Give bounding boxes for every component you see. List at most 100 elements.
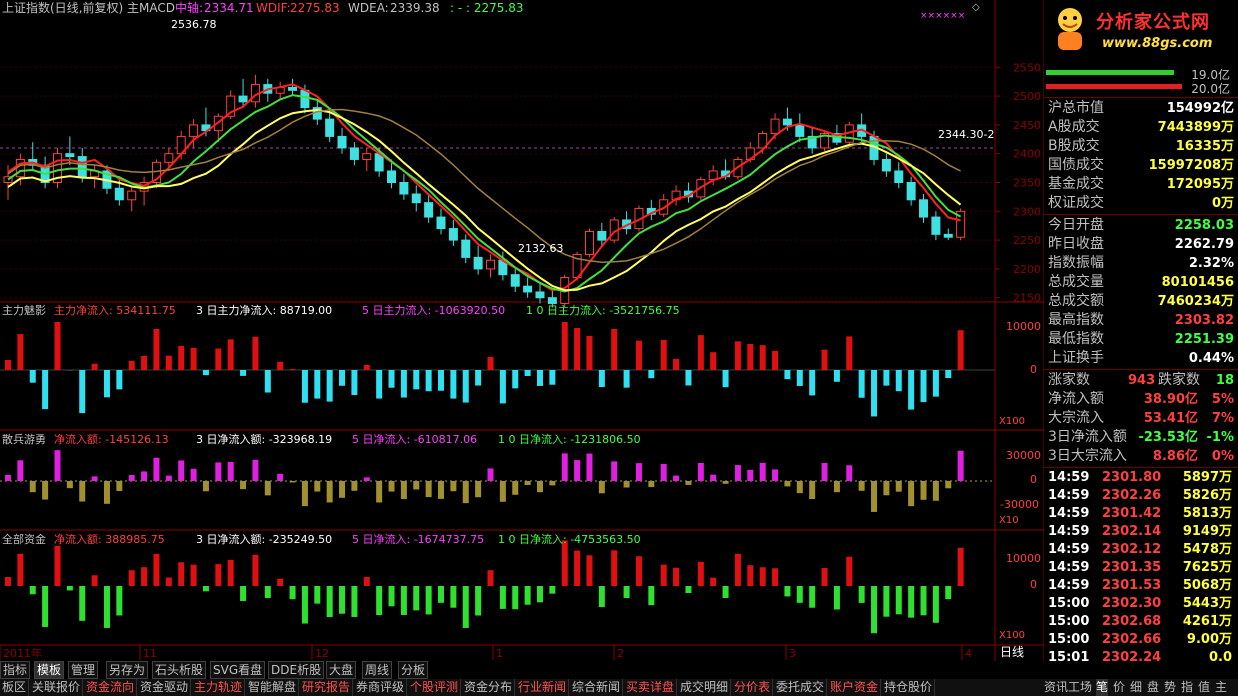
flow-bar-negative [116, 370, 123, 390]
tick-time: 15:00 [1048, 614, 1090, 629]
candle-body [906, 182, 916, 201]
subtab-8[interactable]: 主 [1215, 679, 1227, 696]
flow-bar-positive [190, 347, 197, 370]
ind3-l4: 1 0 日净流入: -4753563.50 [498, 532, 641, 546]
subtab-0[interactable]: 资讯工场 [1044, 679, 1092, 696]
flow-bar-negative [524, 370, 531, 377]
flow-bar-positive [586, 453, 593, 481]
subtab-5[interactable]: 势 [1164, 679, 1176, 696]
extra-value: : - : 2275.83 [450, 1, 523, 15]
subtab-2[interactable]: 价 [1113, 679, 1125, 696]
candle-body [436, 216, 446, 230]
menu-item-3[interactable]: 资金驱动 [138, 679, 192, 696]
bottom-tabs: 指标 模板 管理 另存为 石头析股 SVG看盘 DDE析股 大盘 周线 分板 [0, 661, 1044, 679]
flow-bar-negative [623, 586, 630, 599]
menu-item-17[interactable]: 持仓股价 [882, 679, 936, 696]
y-tick-label: 2150 [1013, 292, 1041, 305]
menu-item-5[interactable]: 智能解盘 [246, 679, 300, 696]
menu-item-15[interactable]: 委托成交 [774, 679, 828, 696]
ind2-ytop: 30000 [1006, 449, 1041, 462]
x-tick-label: 3 [789, 647, 796, 660]
stat-value: 2258.03 [1174, 218, 1234, 233]
flow-bar-positive [227, 559, 234, 586]
stat-row: 权证成交 0万 [1044, 194, 1238, 213]
diamond-icon[interactable]: ◇ [972, 2, 980, 13]
stat-value: 2251.39 [1174, 332, 1234, 347]
flow-bar-negative [438, 586, 445, 603]
stat-label: 权证成交 [1048, 195, 1104, 211]
subtab-3[interactable]: 细 [1130, 679, 1142, 696]
flow-bar-negative [499, 586, 506, 609]
candle-body [114, 187, 124, 201]
main-title: 上证指数(日线,前复权) 主MACD [2, 0, 175, 15]
tab-9[interactable]: 分板 [398, 661, 429, 679]
tab-6[interactable]: DDE析股 [268, 661, 325, 679]
flow-bar-positive [141, 471, 148, 481]
ind1-l1: 主力净流入: 534111.75 [54, 303, 176, 317]
menu-item-16[interactable]: 账户资金 [828, 679, 882, 696]
tab-8[interactable]: 周线 [362, 661, 393, 679]
tick-volume: 5443万 [1182, 596, 1232, 611]
menu-item-10[interactable]: 行业新闻 [516, 679, 570, 696]
menu-item-1[interactable]: 关联报价 [30, 679, 84, 696]
menu-item-7[interactable]: 券商评级 [354, 679, 408, 696]
tab-1[interactable]: 模板 [34, 661, 65, 679]
period-label[interactable]: 日线 [1000, 643, 1044, 659]
tick-volume: 5897万 [1182, 470, 1232, 485]
menu-item-14[interactable]: 分价表 [732, 679, 774, 696]
menu-item-11[interactable]: 综合新闻 [570, 679, 624, 696]
menu-item-12[interactable]: 买卖详盘 [624, 679, 678, 696]
temp-bar-red [1046, 84, 1182, 89]
tab-7[interactable]: 大盘 [326, 661, 357, 679]
candle-body [325, 118, 335, 137]
flow-bar-negative [425, 586, 432, 615]
subtab-7[interactable]: 值 [1198, 679, 1210, 696]
x-tick-label: 4 [965, 647, 972, 660]
menu-item-2[interactable]: 资金流向 [84, 679, 138, 696]
subtab-1[interactable]: 笔 [1096, 679, 1109, 696]
candle-body [411, 193, 421, 204]
flow-bar-positive [635, 556, 642, 586]
flow-bar-negative [376, 586, 383, 616]
menu-item-13[interactable]: 成交明细 [678, 679, 732, 696]
flow-bar-negative [598, 370, 605, 388]
tick-time: 15:00 [1048, 632, 1090, 647]
menu-item-0[interactable]: 板区 [0, 679, 30, 696]
candle-body [894, 170, 904, 183]
tick-volume: 5478万 [1182, 542, 1232, 557]
menu-item-9[interactable]: 资金分布 [462, 679, 516, 696]
main-y-axis: 2550 2500 2450 2400 2350 2300 2250 2200 2150 [995, 61, 1041, 305]
subtab-6[interactable]: 指 [1181, 679, 1193, 696]
kline-chart-area[interactable]: 上证指数(日线,前复权) 主MACD 中轴: 2334.71 WDIF: 227… [0, 0, 1044, 661]
subtab-4[interactable]: 盘 [1147, 679, 1159, 696]
down-count-label: 跌家数 [1158, 372, 1200, 388]
y-tick-label: 2450 [1013, 119, 1041, 132]
brand-logo: 分析家公式网 www.88gs.com [1044, 0, 1238, 62]
up-count-label: 涨家数 [1048, 372, 1090, 388]
tab-5[interactable]: SVG看盘 [210, 661, 266, 679]
menu-item-8[interactable]: 个股评测 [408, 679, 462, 696]
flow-bar-negative [400, 481, 407, 500]
tick-price: 2301.80 [1102, 470, 1162, 485]
flow-bar-negative [475, 481, 482, 498]
menu-item-4[interactable]: 主力轨迹 [192, 679, 246, 696]
flow-bar-negative [42, 370, 49, 410]
tab-2[interactable]: 管理 [68, 661, 99, 679]
tab-3[interactable]: 另存为 [106, 661, 149, 679]
stat-label: A股成交 [1048, 119, 1100, 135]
tab-4[interactable]: 石头析股 [152, 661, 207, 679]
flow-bar-negative [301, 586, 308, 624]
stat-row: 昨日收盘 2262.79 [1044, 235, 1238, 254]
flow-bar-negative [536, 481, 543, 493]
flow-bar-negative [920, 586, 927, 616]
tick-time: 14:59 [1048, 542, 1090, 557]
stat-value: 2262.79 [1174, 237, 1234, 252]
flow-bar-positive [759, 462, 766, 481]
menu-item-6[interactable]: 研究报告 [300, 679, 354, 696]
wdif-label: WDIF: [256, 1, 291, 15]
tab-0[interactable]: 指标 [0, 661, 31, 679]
flow-bar-positive [128, 360, 135, 370]
flow-bar-positive [957, 330, 964, 370]
flow-bar-positive [710, 352, 717, 370]
candle-body [782, 118, 792, 126]
